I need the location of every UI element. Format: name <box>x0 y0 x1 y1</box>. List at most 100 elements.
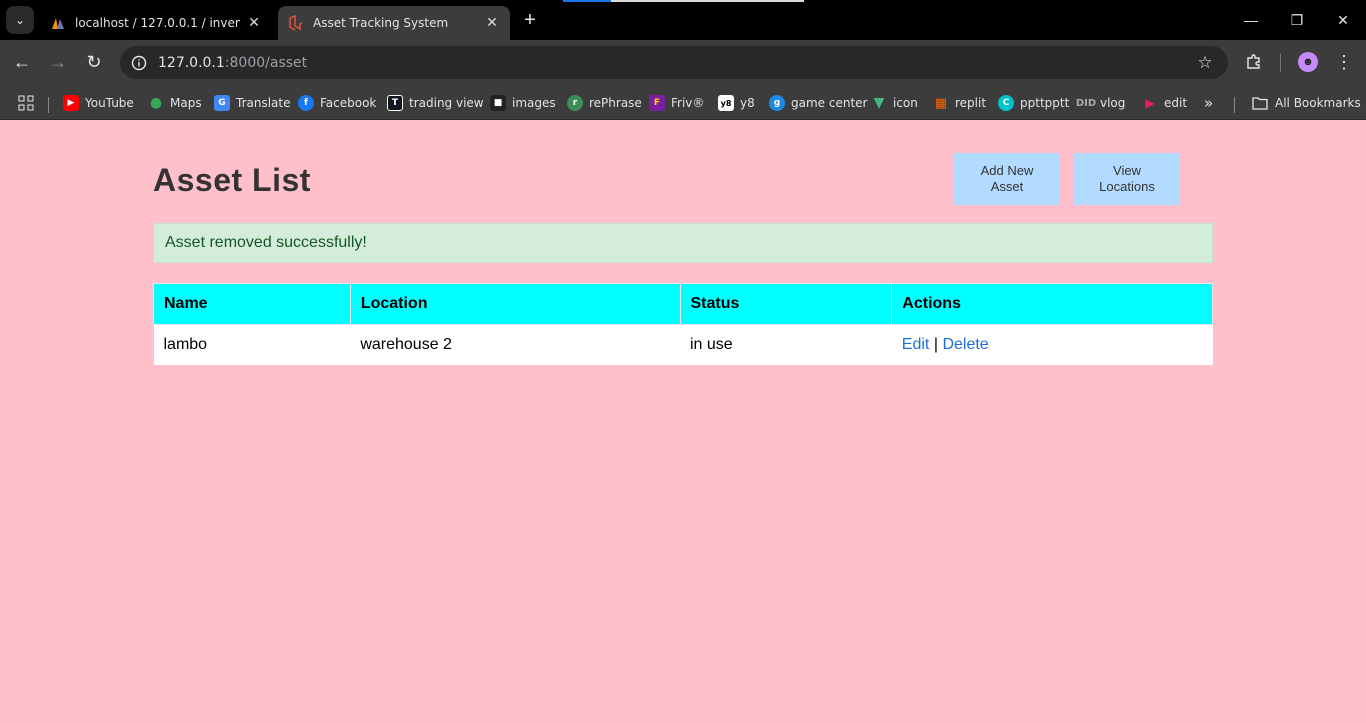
success-alert: Asset removed successfully! <box>153 223 1213 263</box>
bookmarks-separator <box>1234 97 1235 113</box>
bookmark-ppttpptt[interactable]: C ppttpptt <box>998 92 1069 114</box>
puzzle-icon <box>1247 54 1260 69</box>
restore-button[interactable]: ❐ <box>1274 0 1320 40</box>
avatar: ☻ <box>1298 52 1318 72</box>
rephrase-icon: r <box>567 95 583 111</box>
tab-indicator <box>611 0 804 2</box>
bookmark-edit[interactable]: ▶ edit <box>1142 92 1187 114</box>
apps-grid-icon <box>18 95 34 111</box>
bookmark-translate[interactable]: G Translate <box>214 92 291 114</box>
info-icon <box>131 55 147 70</box>
replit-icon: ▦ <box>934 95 948 111</box>
minimize-button[interactable]: — <box>1228 0 1274 40</box>
bookmark-label: Translate <box>236 96 291 110</box>
column-header-actions: Actions <box>891 283 1213 325</box>
bookmark-label: rePhrase <box>589 96 642 110</box>
profile-button[interactable]: ☻ <box>1294 48 1322 76</box>
edit-link[interactable]: Edit <box>902 336 930 353</box>
maps-icon: ● <box>149 95 163 111</box>
asset-table: Name Location Status Actions lambo wareh… <box>153 283 1213 365</box>
address-bar[interactable]: 127.0.0.1:8000/asset ☆ <box>120 46 1228 79</box>
bookmarks-separator <box>48 97 49 113</box>
cell-actions: Edit | Delete <box>891 324 1213 365</box>
apps-button[interactable] <box>18 92 34 114</box>
chevron-down-icon: ⌄ <box>14 13 26 27</box>
bookmark-label: images <box>512 96 556 110</box>
bookmark-friv[interactable]: F Friv® <box>649 92 704 114</box>
menu-button[interactable]: ⋮ <box>1330 48 1358 76</box>
bookmark-tradingview[interactable]: T trading view <box>387 92 484 114</box>
bookmark-vlog[interactable]: DID vlog <box>1075 92 1126 114</box>
bookmark-label: replit <box>955 96 987 110</box>
column-header-name: Name <box>153 283 351 325</box>
url-text: 127.0.0.1:8000/asset <box>158 55 1190 71</box>
bookmark-icon[interactable]: ▼ icon <box>871 92 918 114</box>
tab-title: localhost / 127.0.0.1 / inventory <box>75 16 240 30</box>
close-window-button[interactable]: ✕ <box>1320 0 1366 40</box>
back-button[interactable]: ← <box>8 48 36 76</box>
arrow-right-icon: → <box>49 51 67 72</box>
site-info-button[interactable] <box>122 55 156 71</box>
bookmark-label: icon <box>893 96 918 110</box>
arrow-left-icon: ← <box>13 51 31 72</box>
canva-icon: C <box>998 95 1014 111</box>
y8-icon: y8 <box>718 95 734 111</box>
action-separator: | <box>933 335 938 353</box>
page-content: Asset List Add New Asset View Locations … <box>0 121 1366 723</box>
tradingview-icon: T <box>387 95 403 111</box>
close-tab-icon[interactable]: ✕ <box>484 15 500 31</box>
url-host: 127.0.0.1 <box>158 54 225 71</box>
close-tab-icon[interactable]: ✕ <box>246 15 262 31</box>
bookmark-label: ppttpptt <box>1020 96 1070 110</box>
folder-icon <box>1252 97 1268 110</box>
bookmark-youtube[interactable]: ▶ YouTube <box>63 92 134 114</box>
bookmark-images[interactable]: ■ images <box>490 92 556 114</box>
bookmark-replit[interactable]: ▦ replit <box>933 92 986 114</box>
vue-icon: ▼ <box>873 95 885 111</box>
play-icon: ▶ <box>1145 96 1155 110</box>
reload-icon: ↻ <box>86 51 102 72</box>
bookmark-rephrase[interactable]: r rePhrase <box>567 92 642 114</box>
extensions-button[interactable] <box>1240 48 1268 76</box>
bookmark-label: edit <box>1164 96 1188 110</box>
toolbar-separator <box>1280 54 1281 72</box>
bookmark-label: y8 <box>740 96 755 110</box>
friv-icon: F <box>649 95 665 111</box>
tab-title: Asset Tracking System <box>313 16 449 30</box>
all-bookmarks-button[interactable]: All Bookmarks <box>1252 92 1361 114</box>
table-row: lambo warehouse 2 in use Edit | Delete <box>153 324 1213 365</box>
youtube-icon: ▶ <box>63 95 79 111</box>
vlog-icon: DID <box>1075 97 1097 109</box>
phpmyadmin-icon <box>52 18 64 29</box>
page-title: Asset List <box>153 162 311 198</box>
forward-button[interactable]: → <box>44 48 72 76</box>
cell-name: lambo <box>153 324 351 365</box>
column-header-location: Location <box>349 283 681 325</box>
add-new-asset-button[interactable]: Add New Asset <box>954 153 1060 205</box>
view-locations-button[interactable]: View Locations <box>1074 153 1180 205</box>
bookmark-label: vlog <box>1100 96 1126 110</box>
bookmark-label: YouTube <box>85 96 134 110</box>
reload-button[interactable]: ↻ <box>80 48 108 76</box>
column-header-status: Status <box>679 283 893 325</box>
bookmark-maps[interactable]: ● Maps <box>148 92 202 114</box>
chevron-double-right-icon: » <box>1204 94 1214 112</box>
tab-strip: ⌄ localhost / 127.0.0.1 / inventory ✕ As… <box>0 0 1366 40</box>
delete-link[interactable]: Delete <box>942 336 988 353</box>
bookmark-game-center[interactable]: g game center <box>769 92 867 114</box>
bookmark-label: Friv® <box>671 96 705 110</box>
more-bookmarks-button[interactable]: » <box>1204 92 1213 114</box>
bookmark-star-icon[interactable]: ☆ <box>1190 53 1220 73</box>
url-path: :8000/asset <box>224 54 308 71</box>
bookmark-facebook[interactable]: f Facebook <box>298 92 376 114</box>
tab-phpmyadmin[interactable]: localhost / 127.0.0.1 / inventory ✕ <box>40 6 272 40</box>
tab-indicator <box>563 0 611 2</box>
browser-toolbar: ← → ↻ 127.0.0.1:8000/asset ☆ ☻ ⋮ <box>0 40 1366 85</box>
bookmark-label: Maps <box>170 96 202 110</box>
new-tab-button[interactable]: + <box>518 8 542 32</box>
cell-status: in use <box>680 324 892 365</box>
laravel-icon <box>289 15 303 31</box>
tab-asset-tracking[interactable]: Asset Tracking System ✕ <box>278 6 510 40</box>
tab-search-button[interactable]: ⌄ <box>6 6 34 34</box>
bookmark-y8[interactable]: y8 y8 <box>718 92 755 114</box>
